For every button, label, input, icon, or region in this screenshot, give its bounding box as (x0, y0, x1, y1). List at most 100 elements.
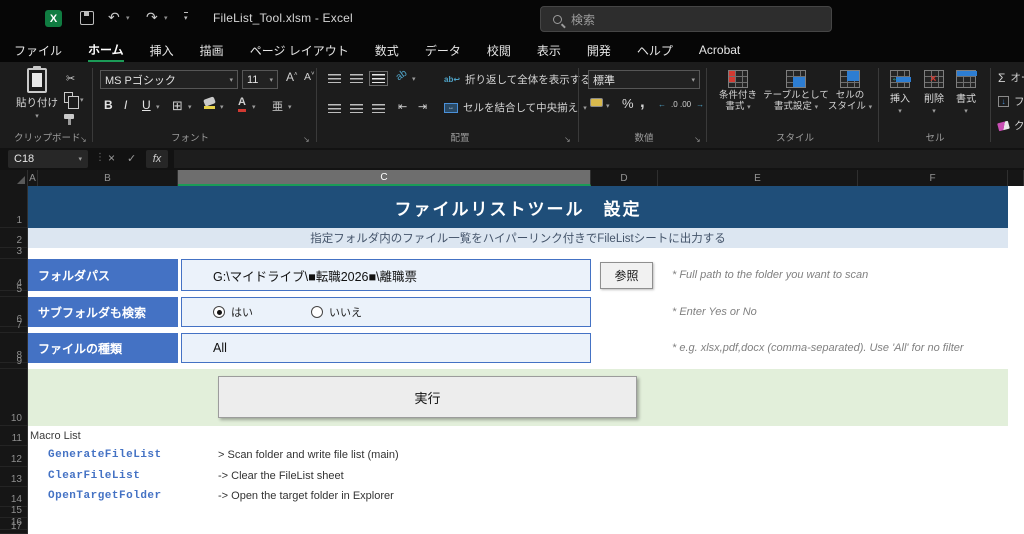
accounting-format-button[interactable] (590, 98, 603, 107)
formula-input[interactable] (174, 150, 1024, 168)
row-header-10[interactable]: 10 (0, 369, 27, 426)
row-header-2[interactable]: 2 (0, 228, 27, 248)
align-right-button[interactable] (372, 104, 385, 113)
grow-font-button[interactable]: A˄ (286, 70, 298, 84)
copy-dropdown-caret[interactable]: ▾ (80, 96, 84, 104)
merge-center-button[interactable]: ↔ セルを結合して中央揃え ▾ (444, 100, 587, 115)
undo-icon[interactable]: ↶ (108, 9, 120, 26)
name-box[interactable]: C18 ▾ (8, 150, 88, 168)
underline-button[interactable]: U (142, 98, 151, 112)
run-button[interactable]: 実行 (218, 376, 637, 418)
row-header-11[interactable]: 11 (0, 426, 27, 446)
browse-button[interactable]: 参照 (600, 262, 653, 289)
increase-indent-button[interactable]: ⇥ (418, 100, 427, 113)
col-header-f[interactable]: F (858, 170, 1008, 186)
tab-developer[interactable]: 開発 (587, 38, 611, 62)
decrease-indent-button[interactable]: ⇤ (398, 100, 407, 113)
copy-button[interactable] (64, 92, 73, 103)
decrease-decimal-button[interactable]: .00→ (680, 100, 704, 109)
orientation-dropdown-caret[interactable]: ▾ (412, 75, 416, 83)
borders-dropdown-caret[interactable]: ▾ (188, 103, 192, 111)
fill-button[interactable]: ↓ フィル (998, 94, 1024, 109)
format-painter-button[interactable] (64, 114, 74, 119)
save-icon[interactable] (80, 11, 94, 25)
col-header-g-partial[interactable] (1008, 170, 1024, 186)
col-header-d[interactable]: D (591, 170, 658, 186)
format-as-table-button[interactable]: テーブルとして書式設定 ▾ (766, 70, 826, 113)
font-name-select[interactable]: MS Pゴシック▾ (100, 70, 238, 89)
tab-review[interactable]: 校閲 (487, 38, 511, 62)
col-header-e[interactable]: E (658, 170, 858, 186)
number-format-select[interactable]: 標準▾ (588, 70, 700, 89)
filetype-input[interactable]: All (181, 333, 591, 363)
percent-style-button[interactable]: % (622, 96, 634, 111)
underline-dropdown-caret[interactable]: ▾ (156, 103, 160, 111)
select-all-corner[interactable] (0, 170, 28, 186)
customize-toolbar-icon[interactable]: ▾ (184, 12, 188, 22)
font-color-dropdown-caret[interactable]: ▾ (252, 103, 256, 111)
autosum-button[interactable]: Σ オート (998, 70, 1024, 85)
row-header-13[interactable]: 13 (0, 467, 27, 487)
accounting-dropdown-caret[interactable]: ▾ (606, 102, 610, 110)
tab-insert[interactable]: 挿入 (150, 38, 174, 62)
insert-cells-button[interactable]: ← 挿入 ▾ (886, 70, 914, 115)
borders-button[interactable]: ⊞ (172, 98, 183, 114)
radio-yes[interactable]: はい (213, 304, 253, 320)
macro-link-clear[interactable]: ClearFileList (48, 470, 140, 482)
undo-dropdown-caret[interactable]: ▾ (126, 14, 130, 22)
row-header-12[interactable]: 12 (0, 446, 27, 467)
clipboard-dialog-launcher[interactable]: ↘ (80, 135, 87, 144)
row-header-4[interactable]: 4 (0, 259, 27, 291)
font-dialog-launcher[interactable]: ↘ (303, 135, 310, 144)
cut-button[interactable]: ✂ (66, 72, 75, 85)
row-header-8[interactable]: 8 (0, 333, 27, 363)
tab-draw[interactable]: 描画 (200, 38, 224, 62)
col-header-b[interactable]: B (38, 170, 178, 186)
increase-decimal-button[interactable]: ←.0 (658, 100, 678, 109)
tab-acrobat[interactable]: Acrobat (699, 38, 740, 62)
tab-page-layout[interactable]: ページ レイアウト (250, 38, 349, 62)
italic-button[interactable]: I (124, 98, 127, 112)
delete-cells-button[interactable]: × 削除 ▾ (920, 70, 948, 115)
wrap-text-button[interactable]: ab↩ 折り返して全体を表示する (444, 72, 591, 87)
align-center-button[interactable] (350, 104, 363, 113)
col-header-a[interactable]: A (28, 170, 38, 186)
tab-home[interactable]: ホーム (88, 38, 124, 62)
row-header-6[interactable]: 6 (0, 297, 27, 327)
confirm-entry-icon[interactable]: ✓ (127, 152, 136, 165)
insert-function-icon[interactable]: fx (146, 150, 168, 168)
phonetic-button[interactable]: 亜 (272, 98, 283, 114)
col-header-c[interactable]: C (178, 170, 591, 186)
excel-app-icon[interactable]: X (45, 10, 62, 27)
tab-view[interactable]: 表示 (537, 38, 561, 62)
align-bottom-button[interactable] (372, 74, 385, 83)
fill-color-button[interactable] (204, 98, 215, 109)
cell-styles-button[interactable]: セルのスタイル ▾ (826, 70, 874, 113)
tab-help[interactable]: ヘルプ (637, 38, 673, 62)
radio-no[interactable]: いいえ (311, 304, 362, 320)
number-dialog-launcher[interactable]: ↘ (694, 135, 701, 144)
phonetic-dropdown-caret[interactable]: ▾ (288, 103, 292, 111)
align-left-button[interactable] (328, 104, 341, 113)
font-size-select[interactable]: 11▾ (242, 70, 278, 89)
cancel-entry-icon[interactable]: × (108, 151, 115, 165)
tab-formulas[interactable]: 数式 (375, 38, 399, 62)
format-cells-button[interactable]: 書式 ▾ (952, 70, 980, 115)
tab-file[interactable]: ファイル (14, 38, 62, 62)
row-header-1[interactable]: 1 (0, 186, 27, 228)
row-header-17[interactable]: 17 (0, 530, 27, 534)
search-input[interactable]: 検索 (540, 6, 832, 32)
comma-style-button[interactable]: , (640, 92, 645, 112)
row-header-3[interactable]: 3 (0, 248, 27, 259)
bold-button[interactable]: B (104, 98, 113, 112)
macro-link-generate[interactable]: GenerateFileList (48, 449, 162, 461)
tab-data[interactable]: データ (425, 38, 461, 62)
alignment-dialog-launcher[interactable]: ↘ (564, 135, 571, 144)
redo-icon[interactable]: ↷ (146, 9, 158, 26)
paste-button[interactable]: 貼り付け ▾ (16, 68, 58, 120)
folder-path-input[interactable]: G:\マイドライブ\■転職2026■\離職票 (181, 259, 591, 291)
font-color-button[interactable]: A (238, 96, 246, 112)
conditional-formatting-button[interactable]: 条件付き書式 ▾ (714, 70, 762, 113)
shrink-font-button[interactable]: A˅ (304, 71, 315, 83)
clear-button[interactable]: クリア (998, 118, 1024, 133)
